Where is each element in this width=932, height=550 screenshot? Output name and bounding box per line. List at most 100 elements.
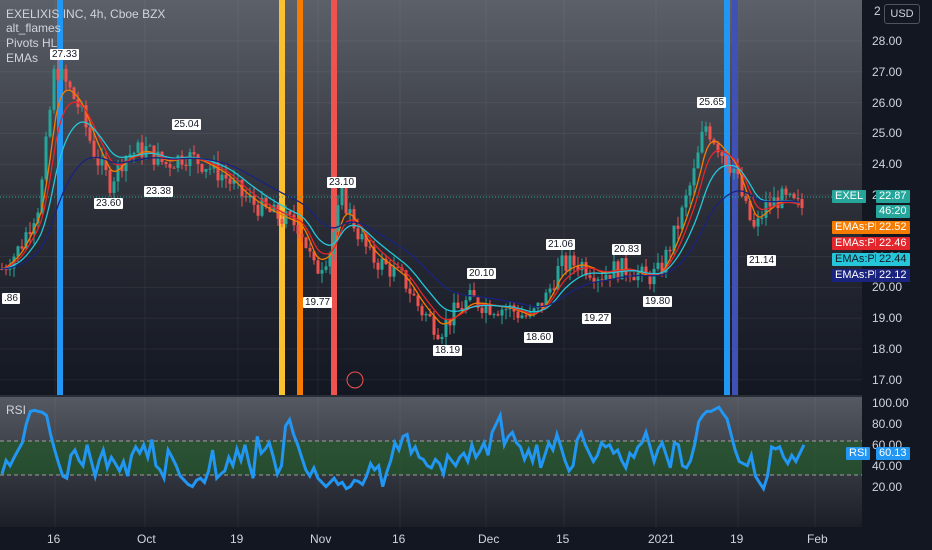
candle-body bbox=[52, 68, 56, 110]
candle-body bbox=[324, 266, 328, 270]
time-axis-label: 16 bbox=[392, 532, 406, 546]
candle-body bbox=[688, 185, 692, 196]
time-axis-label: Oct bbox=[137, 532, 156, 546]
last-price-tag: 22.87 bbox=[876, 190, 910, 203]
candle-body bbox=[620, 258, 624, 280]
candle-body bbox=[696, 152, 700, 169]
candle-body bbox=[624, 258, 628, 275]
price-axis-partial-label: 2 bbox=[874, 4, 881, 18]
candle-body bbox=[388, 264, 392, 277]
rsi-title[interactable]: RSI bbox=[6, 403, 26, 417]
candle-body bbox=[224, 174, 228, 179]
candle-body bbox=[204, 169, 208, 172]
candle-body bbox=[796, 198, 800, 200]
symbol-tag: EXEL bbox=[832, 190, 867, 203]
pivot-low-label: .86 bbox=[2, 293, 20, 304]
candle-body bbox=[492, 314, 496, 316]
candle-body bbox=[168, 163, 172, 168]
candle-body bbox=[720, 152, 724, 156]
candle-body bbox=[228, 178, 232, 184]
price-axis-label: 19.00 bbox=[872, 311, 903, 326]
candle-body bbox=[604, 274, 608, 280]
candle-body bbox=[424, 313, 428, 316]
candle-body bbox=[116, 162, 120, 182]
candle-body bbox=[700, 131, 704, 153]
price-axis-label: 17.00 bbox=[872, 372, 903, 387]
candle-body bbox=[200, 163, 204, 172]
indicator-legend-pivots[interactable]: Pivots HL bbox=[6, 36, 57, 50]
candle-body bbox=[632, 277, 636, 281]
rsi-axis-label: 20.00 bbox=[872, 479, 903, 494]
candle-body bbox=[304, 237, 308, 248]
ema-tag-value-4: 22.12 bbox=[876, 269, 910, 282]
candle-body bbox=[348, 209, 352, 214]
pivot-low-label: 19.80 bbox=[643, 296, 673, 307]
candle-body bbox=[704, 126, 708, 132]
candle-body bbox=[500, 309, 504, 316]
candle-body bbox=[184, 164, 188, 167]
candle-body bbox=[784, 188, 788, 195]
pivot-high-label: 20.83 bbox=[612, 244, 642, 255]
candle-body bbox=[452, 302, 456, 326]
candle-body bbox=[480, 307, 484, 313]
rsi-axis-label: 100.00 bbox=[872, 396, 909, 410]
candle-body bbox=[92, 140, 96, 158]
candle-body bbox=[564, 255, 568, 271]
candle-body bbox=[164, 162, 168, 164]
candle-body bbox=[756, 218, 760, 227]
candle-body bbox=[256, 204, 260, 216]
candle-body bbox=[572, 255, 576, 266]
candle-body bbox=[436, 334, 440, 340]
countdown-tag: 46:20 bbox=[876, 205, 910, 218]
rsi-tag-value: 60.13 bbox=[876, 447, 910, 460]
candle-body bbox=[152, 145, 156, 165]
candle-body bbox=[780, 188, 784, 209]
pivot-low-label: 19.27 bbox=[582, 313, 612, 324]
rsi-axis-label: 40.00 bbox=[872, 458, 903, 473]
pivot-high-label: 21.06 bbox=[546, 239, 576, 250]
candle-body bbox=[416, 295, 420, 307]
candle-body bbox=[524, 315, 528, 317]
chart-canvas[interactable] bbox=[0, 0, 932, 550]
candle-body bbox=[724, 155, 728, 167]
candle-body bbox=[188, 152, 192, 167]
currency-button[interactable]: USD bbox=[884, 4, 920, 24]
price-axis-label: 28.00 bbox=[872, 34, 903, 48]
candle-body bbox=[288, 211, 292, 215]
candle-body bbox=[68, 81, 72, 88]
pivot-low-label: 18.60 bbox=[524, 332, 554, 343]
candle-body bbox=[520, 315, 524, 318]
rsi-axis-label: 80.00 bbox=[872, 416, 903, 431]
candle-body bbox=[96, 157, 100, 166]
candle-body bbox=[360, 233, 364, 240]
indicator-legend-alt-flames[interactable]: alt_flames bbox=[6, 21, 61, 35]
candle-body bbox=[20, 246, 24, 249]
candle-body bbox=[496, 314, 500, 316]
pivot-high-label: 27.33 bbox=[50, 49, 80, 60]
candle-body bbox=[412, 293, 416, 296]
time-axis-label: 15 bbox=[556, 532, 570, 546]
time-axis-label: Feb bbox=[807, 532, 828, 546]
candle-body bbox=[420, 306, 424, 316]
candle-body bbox=[676, 225, 680, 229]
time-axis-label: 16 bbox=[47, 532, 61, 546]
candle-body bbox=[728, 166, 732, 173]
candle-body bbox=[320, 269, 324, 274]
chart-title: EXELIXIS INC, 4h, Cboe BZX bbox=[6, 7, 166, 21]
indicator-legend-emas[interactable]: EMAs bbox=[6, 51, 38, 65]
candle-body bbox=[44, 136, 48, 180]
candle-body bbox=[788, 193, 792, 195]
candle-body bbox=[560, 255, 564, 267]
ema-tag-value-3: 22.44 bbox=[876, 253, 910, 266]
pivot-low-label: 23.60 bbox=[94, 198, 124, 209]
candle-body bbox=[316, 260, 320, 274]
candle-body bbox=[148, 145, 152, 147]
candle-body bbox=[540, 302, 544, 309]
candle-body bbox=[56, 68, 60, 80]
candle-body bbox=[308, 247, 312, 252]
pivot-low-label: 18.19 bbox=[433, 345, 463, 356]
candle-body bbox=[192, 152, 196, 155]
ema-tag-value-2: 22.46 bbox=[876, 237, 910, 250]
candle-body bbox=[280, 218, 284, 225]
candle-body bbox=[376, 262, 380, 270]
